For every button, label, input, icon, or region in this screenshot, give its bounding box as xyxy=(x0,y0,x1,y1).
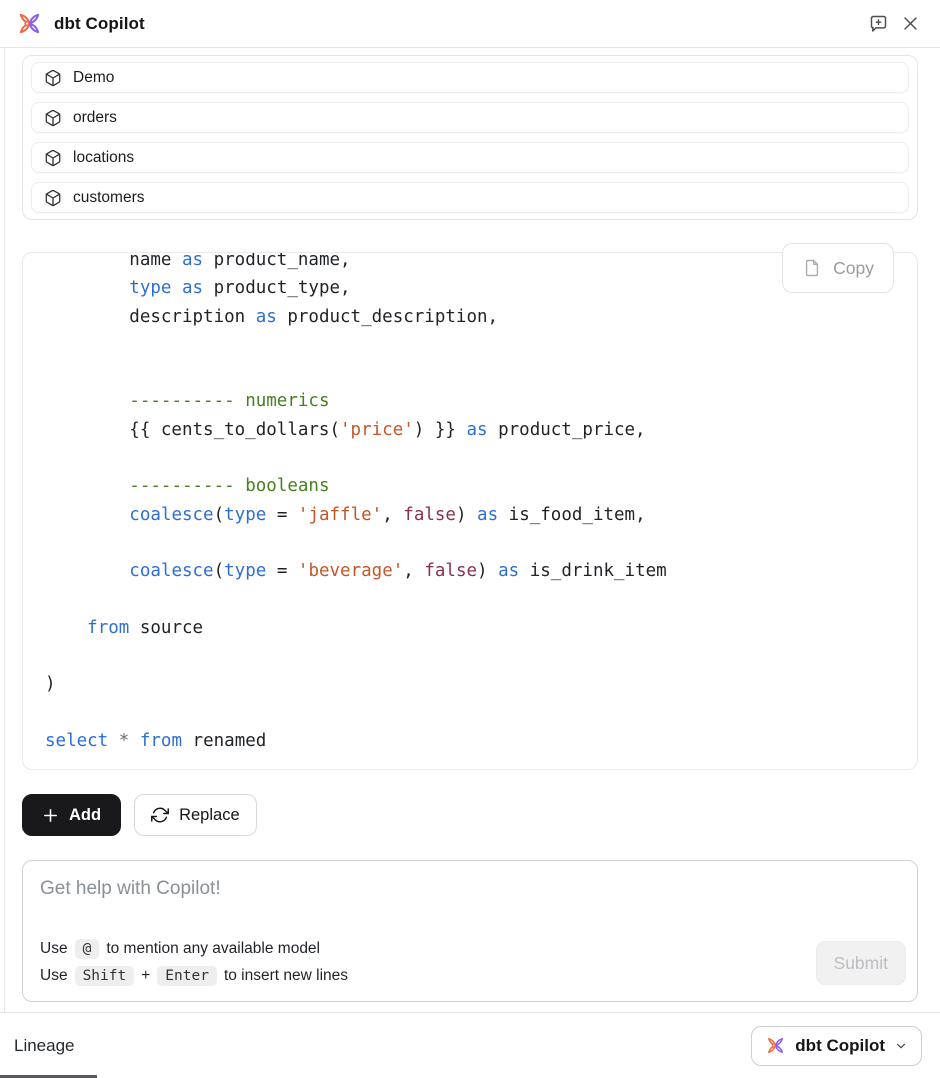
sql-code-block[interactable]: name as product_name, type as product_ty… xyxy=(22,252,918,770)
context-models-panel: Demo orders locations customers xyxy=(22,55,918,220)
chevron-down-icon xyxy=(894,1039,908,1053)
copy-icon xyxy=(802,258,822,278)
model-chip-locations[interactable]: locations xyxy=(31,142,909,173)
dbt-logo-icon xyxy=(765,1035,786,1056)
replace-button-label: Replace xyxy=(179,806,240,825)
close-button[interactable] xyxy=(896,10,924,38)
code-content: name as product_name, type as product_ty… xyxy=(23,252,917,755)
model-chip-label: orders xyxy=(73,109,117,127)
add-button[interactable]: Add xyxy=(22,794,121,836)
copy-button-label: Copy xyxy=(833,258,874,279)
message-square-plus-icon xyxy=(868,13,889,34)
add-button-label: Add xyxy=(69,806,101,825)
dbt-logo-icon xyxy=(16,10,43,37)
panel-header: dbt Copilot xyxy=(0,0,940,48)
model-chip-label: locations xyxy=(73,149,134,167)
code-actions-row: Add Replace xyxy=(22,794,918,836)
mention-hint: Use @ to mention any available model xyxy=(40,935,348,962)
tab-lineage[interactable]: Lineage xyxy=(14,1036,75,1056)
prompt-placeholder: Get help with Copilot! xyxy=(40,878,221,900)
model-chip-label: Demo xyxy=(73,69,114,87)
model-chip-demo[interactable]: Demo xyxy=(31,62,909,93)
copilot-selector-label: dbt Copilot xyxy=(795,1036,885,1056)
cube-icon xyxy=(44,149,62,167)
plus-icon xyxy=(42,807,59,824)
shift-key-badge: Shift xyxy=(75,966,135,986)
refresh-icon xyxy=(151,806,169,824)
model-chip-customers[interactable]: customers xyxy=(31,182,909,213)
cube-icon xyxy=(44,109,62,127)
submit-button[interactable]: Submit xyxy=(816,941,906,985)
copilot-selector-dropdown[interactable]: dbt Copilot xyxy=(751,1026,922,1066)
bottom-bar: Lineage dbt Copilot xyxy=(0,1012,940,1078)
panel-title: dbt Copilot xyxy=(54,14,145,34)
enter-key-badge: Enter xyxy=(157,966,217,986)
model-chip-orders[interactable]: orders xyxy=(31,102,909,133)
panel-left-edge xyxy=(4,48,5,1012)
replace-button[interactable]: Replace xyxy=(134,794,257,836)
at-key-badge: @ xyxy=(75,939,100,959)
copy-button[interactable]: Copy xyxy=(782,243,894,293)
newline-hint: Use Shift + Enter to insert new lines xyxy=(40,962,348,989)
cube-icon xyxy=(44,189,62,207)
close-icon xyxy=(901,14,920,33)
code-suggestion-block: Copy name as product_name, type as produ… xyxy=(22,252,918,770)
cube-icon xyxy=(44,69,62,87)
prompt-hints: Use @ to mention any available model Use… xyxy=(40,935,348,989)
popout-button[interactable] xyxy=(864,10,892,38)
copilot-prompt-input[interactable]: Get help with Copilot! Use @ to mention … xyxy=(22,860,918,1002)
model-chip-label: customers xyxy=(73,189,145,207)
